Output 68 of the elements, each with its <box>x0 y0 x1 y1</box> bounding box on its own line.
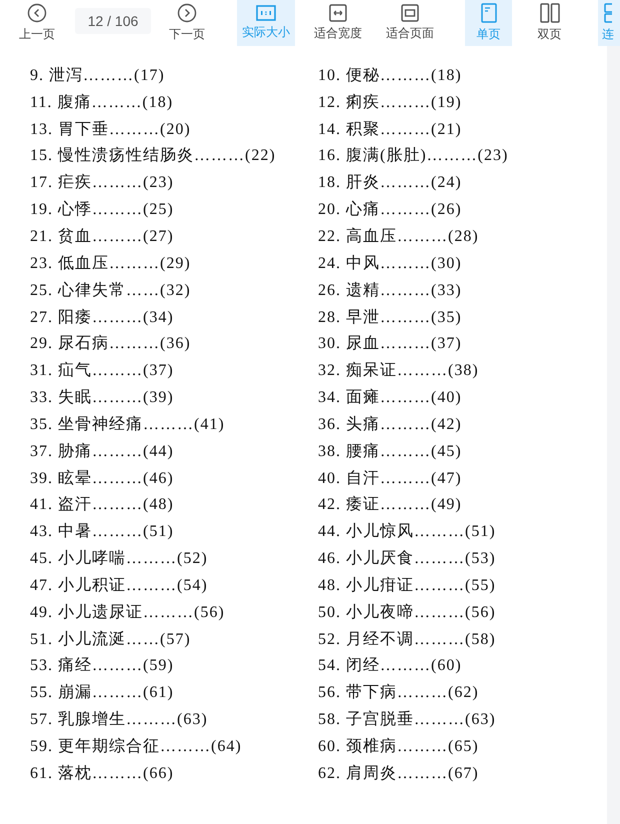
toc-entry: 55. 崩漏………(61) <box>30 682 174 704</box>
toc-entry: 9. 泄泻………(17) <box>30 66 165 86</box>
toc-entry: 58. 子宫脱垂………(63) <box>318 710 496 730</box>
single-page-icon <box>480 3 496 23</box>
toc-entry: 54. 闭经………(60) <box>318 656 462 676</box>
chevron-right-circle-icon <box>177 3 197 23</box>
toc-entry: 42. 痿证………(49) <box>318 494 462 516</box>
toc-entry: 17. 疟疾………(23) <box>30 172 174 194</box>
toc-entry: 46. 小儿厌食………(53) <box>318 548 496 570</box>
toc-entry: 19. 心悸………(25) <box>30 200 174 220</box>
toc-entry: 28. 早泄………(35) <box>318 308 462 328</box>
toc-entry: 15. 慢性溃疡性结肠炎………(22) <box>30 146 276 166</box>
toc-entry: 23. 低血压………(29) <box>30 254 191 274</box>
toc-entry: 16. 腹满(胀肚)………(23) <box>318 146 508 166</box>
toc-entry: 26. 遗精………(33) <box>318 280 462 301</box>
toc-entry: 40. 自汗………(47) <box>318 468 462 489</box>
toc-entry: 48. 小儿疳证………(55) <box>318 576 496 596</box>
toc-entry: 57. 乳腺增生………(63) <box>30 710 208 730</box>
toc-entry: 25. 心律失常……(32) <box>30 280 191 301</box>
toc-entry: 49. 小儿遗尿证………(56) <box>30 602 225 623</box>
fit-page-button[interactable]: 适合页面 <box>381 0 439 46</box>
toc-entry: 32. 痴呆证………(38) <box>318 360 479 382</box>
double-page-icon <box>540 3 560 23</box>
toc-entry: 45. 小儿哮喘………(52) <box>30 548 208 570</box>
toc-entry: 61. 落枕………(66) <box>30 764 174 784</box>
toc-entry: 11. 腹痛………(18) <box>30 92 174 113</box>
previous-page-button[interactable]: 上一页 <box>14 0 60 46</box>
toc-entry: 53. 痛经………(59) <box>30 656 174 676</box>
fit-width-button[interactable]: 适合宽度 <box>309 0 367 46</box>
toc-entry: 59. 更年期综合征………(64) <box>30 736 242 758</box>
toc-entry: 43. 中暑………(51) <box>30 522 174 542</box>
toc-entry: 27. 阳痿………(34) <box>30 308 174 328</box>
double-page-button[interactable]: 双页 <box>526 0 573 46</box>
page-number-field[interactable]: 12 / 106 <box>75 8 151 34</box>
fit-width-icon <box>329 4 347 22</box>
continuous-page-icon <box>602 3 612 23</box>
toc-entry: 21. 贫血………(27) <box>30 226 174 247</box>
toc-entry: 44. 小儿惊风………(51) <box>318 522 496 542</box>
fit-page-icon <box>401 4 419 22</box>
toc-entry: 35. 坐骨神经痛………(41) <box>30 414 225 435</box>
chevron-left-circle-icon <box>27 3 47 23</box>
toc-entry: 10. 便秘………(18) <box>318 66 462 86</box>
toc-entry: 29. 尿石病………(36) <box>30 334 191 354</box>
toc-entry: 39. 眩晕………(46) <box>30 468 174 489</box>
toc-entry: 12. 痢疾………(19) <box>318 92 462 113</box>
toc-entry: 22. 高血压………(28) <box>318 226 479 247</box>
toc-entry: 18. 肝炎………(24) <box>318 173 462 194</box>
toc-entry: 38. 腰痛………(45) <box>318 442 462 462</box>
toc-entry: 52. 月经不调………(58) <box>318 630 496 650</box>
toc-entry: 41. 盗汗………(48) <box>30 495 174 516</box>
toc-entry: 51. 小儿流涎……(57) <box>30 630 191 650</box>
toc-entry: 36. 头痛………(42) <box>318 414 462 435</box>
actual-size-icon <box>256 5 276 21</box>
next-page-button[interactable]: 下一页 <box>164 0 210 46</box>
toc-entry: 20. 心痛………(26) <box>318 200 462 220</box>
toc-entry: 31. 疝气………(37) <box>30 360 174 382</box>
toc-entry: 30. 尿血………(37) <box>318 334 462 354</box>
toc-entry: 60. 颈椎病………(65) <box>318 736 479 758</box>
toc-entry: 34. 面瘫………(40) <box>318 388 462 408</box>
toc-entry: 13. 胃下垂………(20) <box>30 120 191 140</box>
toc-entry: 24. 中风………(30) <box>318 254 462 274</box>
toc-entry: 33. 失眠………(39) <box>30 388 174 408</box>
toc-entry: 50. 小儿夜啼………(56) <box>318 602 496 623</box>
toc-entry: 56. 带下病………(62) <box>318 682 479 704</box>
toc-entry: 37. 胁痛………(44) <box>30 442 174 462</box>
toc-entry: 14. 积聚………(21) <box>318 120 462 140</box>
toc-entry: 62. 肩周炎………(67) <box>318 764 479 784</box>
toc-entry: 47. 小儿积证………(54) <box>30 576 208 596</box>
